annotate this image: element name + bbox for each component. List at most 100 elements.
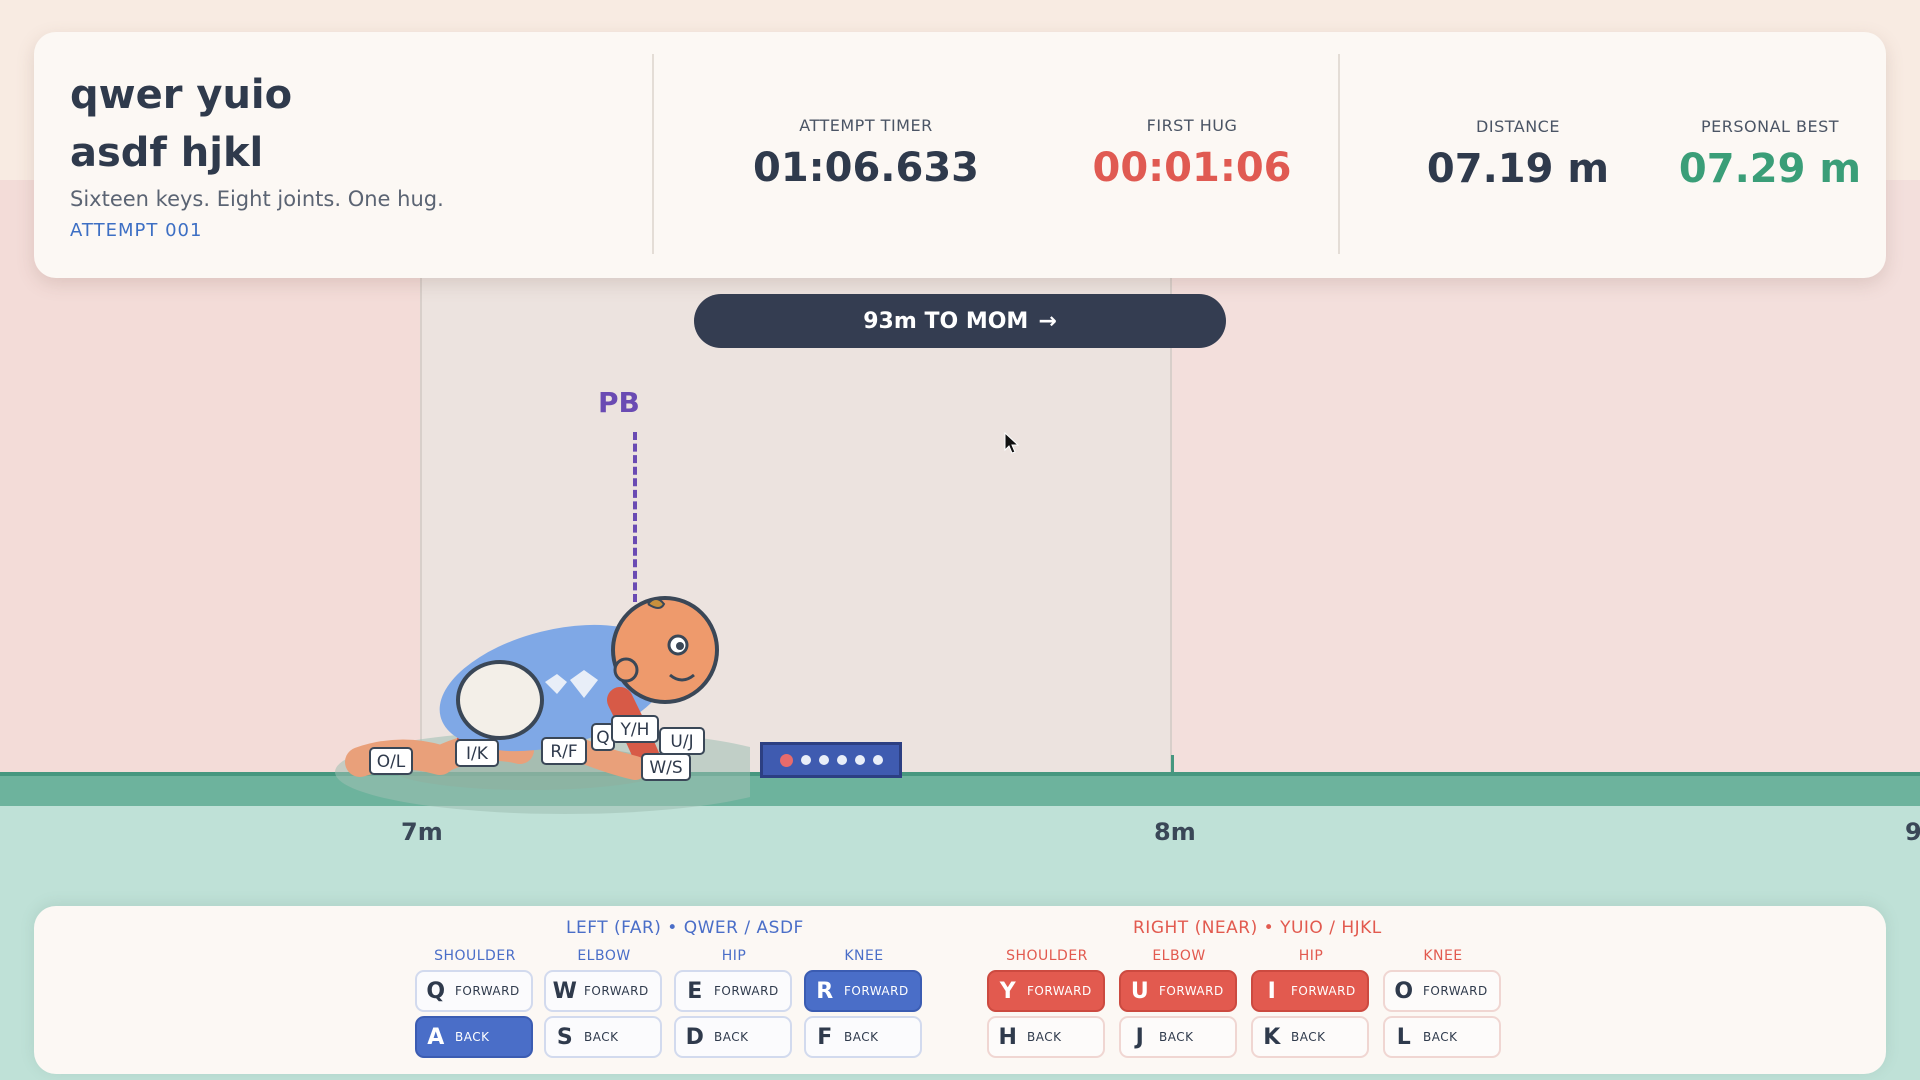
game-subtitle: Sixteen keys. Eight joints. One hug. xyxy=(70,187,444,211)
stat-attempt-timer: ATTEMPT TIMER 01:06.633 xyxy=(726,116,1006,191)
baby-key-tag: U/J xyxy=(670,732,693,752)
banner-text: 93m TO MOM xyxy=(863,308,1029,334)
key-action-label: FORWARD xyxy=(1159,984,1224,998)
stat-label: PERSONAL BEST xyxy=(1700,117,1840,136)
ground-strip xyxy=(0,772,1920,806)
stamina-dot xyxy=(836,755,847,765)
stat-label: FIRST HUG xyxy=(1146,116,1238,135)
key-letter: Q xyxy=(426,978,446,1004)
key-k-back-button[interactable]: K BACK xyxy=(1251,1016,1369,1058)
key-a-back-button[interactable]: A BACK xyxy=(415,1016,533,1058)
key-d-back-button[interactable]: D BACK xyxy=(674,1016,792,1058)
key-letter: S xyxy=(556,1024,574,1050)
game-title-line2: asdf hjkl xyxy=(70,130,264,176)
joint-column-title: HIP xyxy=(721,948,747,964)
key-w-forward-button[interactable]: W FORWARD xyxy=(544,970,662,1012)
stamina-dot xyxy=(818,755,829,765)
controls-panel: LEFT (FAR) • QWER / ASDF RIGHT (NEAR) • … xyxy=(34,906,1886,1074)
joint-column-title: SHOULDER xyxy=(1006,948,1088,964)
key-letter: H xyxy=(998,1024,1018,1050)
key-letter: D xyxy=(685,1024,705,1050)
key-letter: A xyxy=(427,1024,445,1050)
game-title-line1: qwer yuio xyxy=(70,72,293,118)
stat-value: 00:01:06 xyxy=(1092,145,1292,191)
key-action-label: FORWARD xyxy=(1027,984,1092,998)
key-l-back-button[interactable]: L BACK xyxy=(1383,1016,1501,1058)
joint-column-title: KNEE xyxy=(844,948,884,964)
key-o-forward-button[interactable]: O FORWARD xyxy=(1383,970,1501,1012)
key-letter: I xyxy=(1267,978,1277,1004)
personal-best-marker-label: PB xyxy=(598,386,640,419)
key-letter: L xyxy=(1396,1024,1412,1050)
key-letter: E xyxy=(687,978,703,1004)
key-action-label: BACK xyxy=(1159,1030,1194,1044)
key-letter: F xyxy=(817,1024,833,1050)
key-letter: K xyxy=(1263,1024,1281,1050)
key-s-back-button[interactable]: S BACK xyxy=(544,1016,662,1058)
key-y-forward-button[interactable]: Y FORWARD xyxy=(987,970,1105,1012)
stat-distance: DISTANCE 07.19 m xyxy=(1378,117,1658,192)
left-group-title: LEFT (FAR) • QWER / ASDF xyxy=(566,918,804,938)
key-q-forward-button[interactable]: Q FORWARD xyxy=(415,970,533,1012)
key-letter: W xyxy=(552,978,578,1004)
key-letter: U xyxy=(1130,978,1150,1004)
key-e-forward-button[interactable]: E FORWARD xyxy=(674,970,792,1012)
key-action-label: BACK xyxy=(844,1030,879,1044)
key-action-label: FORWARD xyxy=(844,984,909,998)
baby-key-tag: W/S xyxy=(649,758,682,778)
key-u-forward-button[interactable]: U FORWARD xyxy=(1119,970,1237,1012)
distance-tick-label: 8m xyxy=(1154,818,1196,846)
key-r-forward-button[interactable]: R FORWARD xyxy=(804,970,922,1012)
baby-key-tag: I/K xyxy=(466,744,489,764)
key-action-label: BACK xyxy=(714,1030,749,1044)
mouse-cursor-icon xyxy=(1004,432,1020,454)
personal-best-marker-line xyxy=(633,432,637,602)
joint-column-title: ELBOW xyxy=(1152,948,1206,964)
distance-tick-label: 9 xyxy=(1905,818,1920,846)
stat-label: DISTANCE xyxy=(1476,117,1560,136)
key-action-label: BACK xyxy=(455,1030,490,1044)
meter-tick xyxy=(1171,755,1174,775)
header-divider xyxy=(652,54,654,254)
stat-personal-best: PERSONAL BEST 07.29 m xyxy=(1630,117,1910,192)
key-action-label: BACK xyxy=(1027,1030,1062,1044)
key-letter: Y xyxy=(999,978,1017,1004)
key-j-back-button[interactable]: J BACK xyxy=(1119,1016,1237,1058)
header-card: qwer yuio asdf hjkl Sixteen keys. Eight … xyxy=(34,32,1886,278)
right-group-title: RIGHT (NEAR) • YUIO / HJKL xyxy=(1133,918,1382,938)
key-letter: O xyxy=(1394,978,1414,1004)
stamina-dot xyxy=(854,755,865,765)
key-h-back-button[interactable]: H BACK xyxy=(987,1016,1105,1058)
key-letter: R xyxy=(816,978,834,1004)
baby-key-tag: Q xyxy=(596,728,609,748)
stat-first-hug: FIRST HUG 00:01:06 xyxy=(1052,116,1332,191)
arrow-right-icon: → xyxy=(1038,308,1057,334)
distance-to-mom-banner: 93m TO MOM → xyxy=(694,294,1226,348)
stat-label: ATTEMPT TIMER xyxy=(799,116,933,135)
joint-column-title: KNEE xyxy=(1423,948,1463,964)
distance-tick-label: 7m xyxy=(401,818,443,846)
key-action-label: FORWARD xyxy=(455,984,520,998)
joint-column-title: ELBOW xyxy=(577,948,631,964)
attempt-counter: ATTEMPT 001 xyxy=(70,220,203,241)
stat-value: 07.19 m xyxy=(1426,146,1610,192)
key-i-forward-button[interactable]: I FORWARD xyxy=(1251,970,1369,1012)
joint-column-title: SHOULDER xyxy=(434,948,516,964)
key-action-label: FORWARD xyxy=(584,984,649,998)
stamina-dot xyxy=(779,753,793,767)
key-letter: J xyxy=(1135,1024,1145,1050)
stat-value: 07.29 m xyxy=(1678,146,1862,192)
joint-column-title: HIP xyxy=(1298,948,1324,964)
header-divider xyxy=(1338,54,1340,254)
stamina-dot xyxy=(800,755,811,765)
key-action-label: BACK xyxy=(1423,1030,1458,1044)
key-action-label: BACK xyxy=(584,1030,619,1044)
baby-key-tag: Y/H xyxy=(620,720,650,740)
key-f-back-button[interactable]: F BACK xyxy=(804,1016,922,1058)
key-action-label: FORWARD xyxy=(1423,984,1488,998)
stamina-dot xyxy=(872,755,883,765)
baby-character: O/L I/K R/F Q Y/H U/J W/S xyxy=(335,596,750,814)
baby-key-tag: R/F xyxy=(550,742,577,762)
key-action-label: FORWARD xyxy=(714,984,779,998)
stamina-indicator xyxy=(760,742,902,778)
